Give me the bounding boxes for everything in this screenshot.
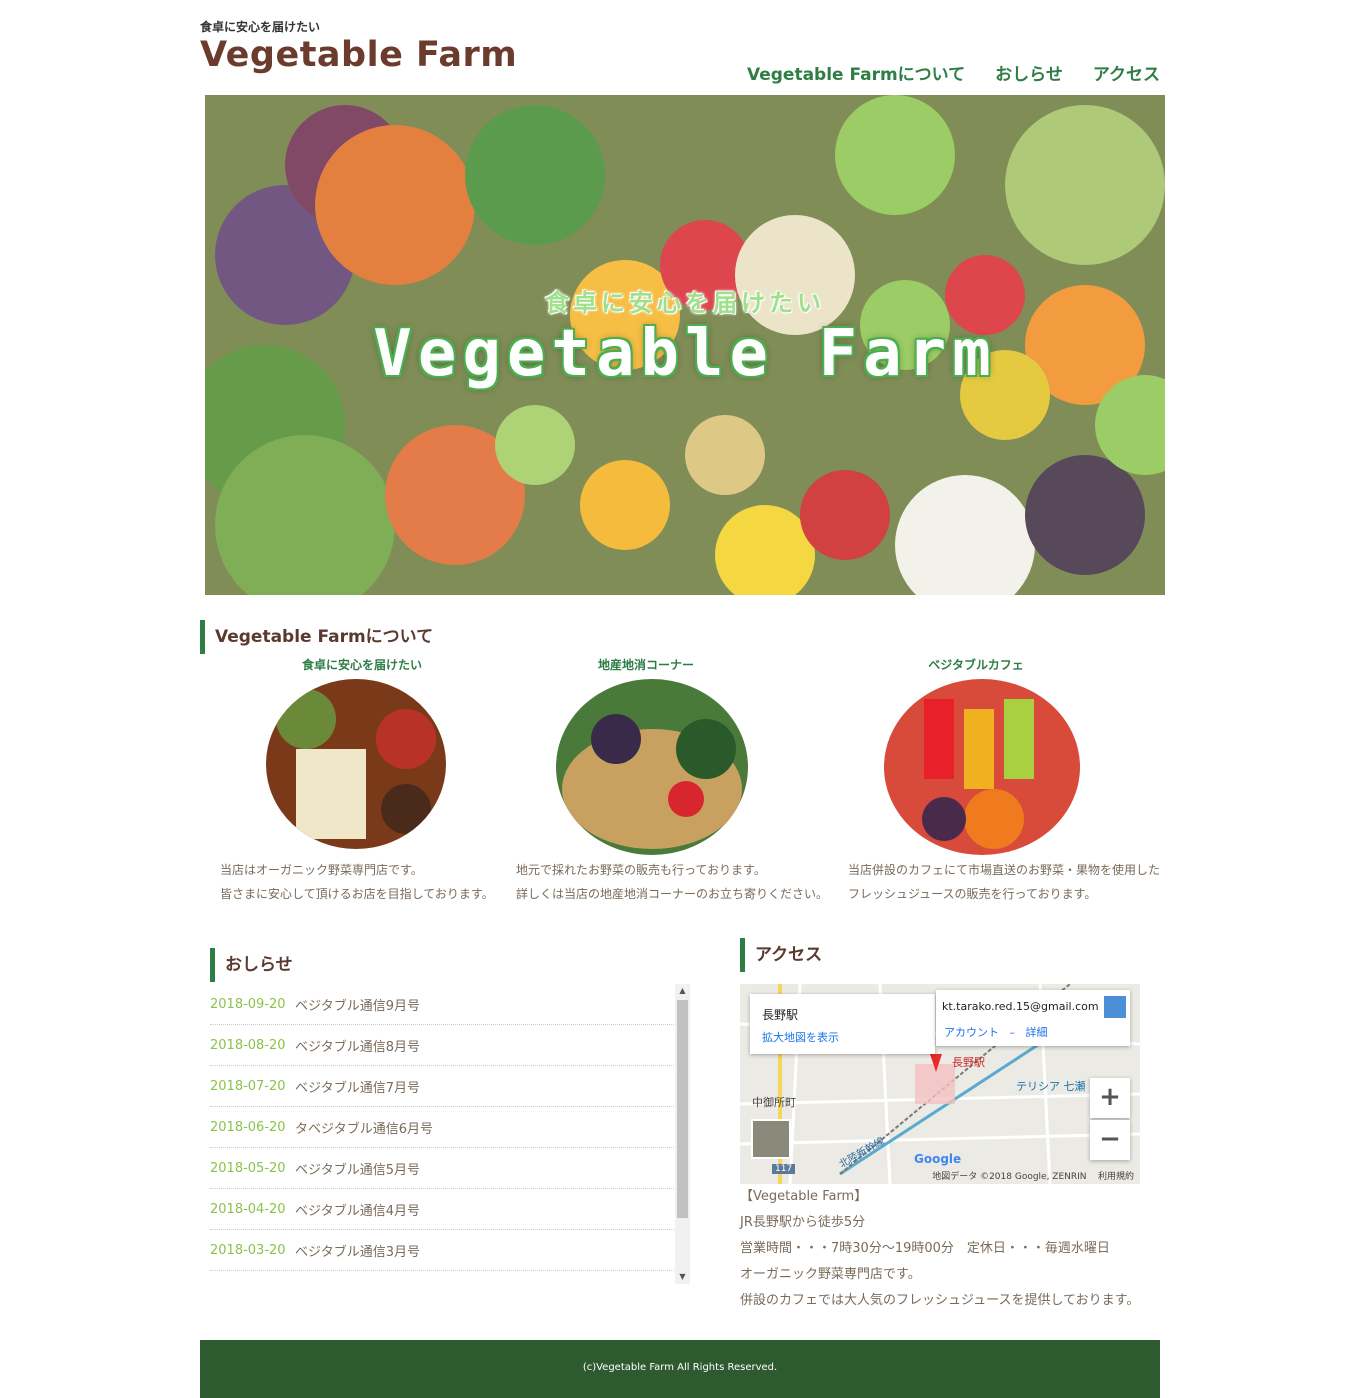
map-place-name: 長野駅 <box>762 1008 799 1022</box>
avatar-icon[interactable] <box>1104 996 1126 1018</box>
news-item[interactable]: 2018-05-20 ベジタブル通信5月号 <box>210 1148 674 1189</box>
map-account-popup: kt.tarako.red.15@gmail.com アカウント – 詳細 <box>936 990 1130 1046</box>
access-cafe-note: 併設のカフェでは大人気のフレッシュジュースを提供しております。 <box>740 1293 1140 1308</box>
news-item[interactable]: 2018-09-20 ベジタブル通信9月号 <box>210 984 674 1025</box>
map-place-card: 長野駅 拡大地図を表示 <box>750 994 935 1054</box>
zoom-out-button[interactable]: − <box>1090 1120 1130 1160</box>
map-attribution: 地図データ ©2018 Google, ZENRIN <box>932 1172 1087 1182</box>
map-footer: 地図データ ©2018 Google, ZENRIN 利用規約 <box>932 1169 1134 1182</box>
hero-title: Vegetable Farm <box>373 317 997 391</box>
account-link[interactable]: アカウント <box>944 1026 999 1039</box>
scroll-down-arrow-icon[interactable]: ▼ <box>675 1270 690 1284</box>
news-title[interactable]: ベジタブル通信4月号 <box>295 1200 420 1219</box>
news-date: 2018-07-20 <box>210 1078 286 1094</box>
news-heading: おしらせ <box>210 948 293 982</box>
news-date: 2018-03-20 <box>210 1242 286 1258</box>
news-date: 2018-06-20 <box>210 1119 286 1135</box>
route-shield: 117 <box>772 1164 796 1174</box>
access-hours: 営業時間・・・7時30分～19時00分 定休日・・・毎週水曜日 <box>740 1241 1110 1256</box>
news-title[interactable]: ベジタブル通信3月号 <box>295 1241 420 1260</box>
news-scrollbar[interactable]: ▲ ▼ <box>675 984 690 1284</box>
news-title[interactable]: ベジタブル通信8月号 <box>295 1036 420 1055</box>
news-title[interactable]: ベジタブル通信5月号 <box>295 1159 420 1178</box>
news-date: 2018-08-20 <box>210 1037 286 1053</box>
news-date: 2018-09-20 <box>210 996 286 1012</box>
news-date: 2018-05-20 <box>210 1160 286 1176</box>
news-title[interactable]: ベジタブル通信9月号 <box>295 995 420 1014</box>
map-label-station: 長野駅 <box>952 1056 985 1069</box>
news-title[interactable]: ベジタブル通信7月号 <box>295 1077 420 1096</box>
account-links: アカウント – 詳細 <box>944 1024 1048 1040</box>
map-terms-link[interactable]: 利用規約 <box>1098 1172 1134 1182</box>
google-map[interactable]: 長野駅 中御所町 テリシア 七瀬 北陸新幹線 Google 117 長野駅 拡大… <box>740 984 1140 1184</box>
news-item[interactable]: 2018-03-20 ベジタブル通信3月号 <box>210 1230 674 1271</box>
zoom-in-button[interactable]: + <box>1090 1078 1130 1118</box>
feature-local-title: 地産地消コーナー <box>597 658 694 672</box>
nav-about[interactable]: Vegetable Farmについて <box>747 60 965 85</box>
access-shop-name: 【Vegetable Farm】 <box>740 1189 868 1204</box>
feature-organic-title: 食卓に安心を届けたい <box>301 658 422 672</box>
hero-subtitle: 食卓に安心を届けたい <box>545 289 825 317</box>
basket-photo <box>556 679 748 855</box>
feature-organic-desc: 当店はオーガニック野菜専門店です。 皆さまに安心して頂けるお店を目指しております… <box>220 863 494 901</box>
google-logo: Google <box>914 1152 962 1166</box>
footer: (c)Vegetable Farm All Rights Reserved. <box>200 1340 1160 1398</box>
nav-access[interactable]: アクセス <box>1093 60 1160 85</box>
scroll-up-arrow-icon[interactable]: ▲ <box>675 984 690 998</box>
site-title[interactable]: Vegetable Farm <box>200 33 517 77</box>
copyright: (c)Vegetable Farm All Rights Reserved. <box>582 1362 778 1373</box>
feature-local-desc: 地元で採れたお野菜の販売も行っております。 詳しくは当店の地産地消コーナーのお立… <box>516 863 829 901</box>
news-scroll-box[interactable]: 2018-09-20 ベジタブル通信9月号 2018-08-20 ベジタブル通信8月… <box>210 984 690 1284</box>
about-heading: Vegetable Farmについて <box>200 620 433 654</box>
access-directions: JR長野駅から徒歩5分 <box>740 1215 866 1230</box>
news-item[interactable]: 2018-07-20 ベジタブル通信7月号 <box>210 1066 674 1107</box>
feature-local: 地産地消コーナー 地元で採れたお野菜の販売も行っております。 詳しくは当店の地産… <box>516 656 828 901</box>
link-separator: – <box>1009 1026 1016 1039</box>
account-email: kt.tarako.red.15@gmail.com <box>942 1000 1099 1013</box>
details-link[interactable]: 詳細 <box>1026 1026 1048 1039</box>
news-item[interactable]: 2018-04-20 ベジタブル通信4月号 <box>210 1189 674 1230</box>
scrollbar-thumb[interactable] <box>677 1000 688 1218</box>
juice-photo <box>884 679 1080 855</box>
feature-cafe-title: ベジタブルカフェ <box>928 658 1024 672</box>
market-photo <box>266 679 446 849</box>
main-nav: Vegetable Farmについて おしらせ アクセス <box>747 60 1160 85</box>
access-info: 【Vegetable Farm】 JR長野駅から徒歩5分 営業時間・・・7時30… <box>740 1184 1139 1314</box>
nav-news[interactable]: おしらせ <box>995 60 1063 85</box>
news-title[interactable]: タベジタブル通信6月号 <box>295 1118 433 1137</box>
hero-banner: 食卓に安心を届けたい Vegetable Farm <box>205 95 1165 595</box>
map-enlarge-link[interactable]: 拡大地図を表示 <box>762 1029 839 1045</box>
feature-cafe: ベジタブルカフェ 当店併設のカフェにて市場直送のお野菜・果物を使用した フレッシ… <box>848 656 1160 901</box>
map-label-district: 中御所町 <box>752 1096 796 1109</box>
map-label-hotel: テリシア 七瀬 <box>1016 1080 1086 1093</box>
news-list: 2018-09-20 ベジタブル通信9月号 2018-08-20 ベジタブル通信8月… <box>210 984 674 1271</box>
access-heading: アクセス <box>740 938 822 972</box>
feature-organic: 食卓に安心を届けたい 当店はオーガニック野菜専門店です。 皆さまに安心して頂ける… <box>220 656 494 901</box>
news-item[interactable]: 2018-06-20 タベジタブル通信6月号 <box>210 1107 674 1148</box>
access-shop-type: オーガニック野菜専門店です。 <box>740 1267 921 1282</box>
feature-cafe-desc: 当店併設のカフェにて市場直送のお野菜・果物を使用した フレッシュジュースの販売を… <box>848 863 1161 901</box>
news-date: 2018-04-20 <box>210 1201 286 1217</box>
news-item[interactable]: 2018-08-20 ベジタブル通信8月号 <box>210 1025 674 1066</box>
